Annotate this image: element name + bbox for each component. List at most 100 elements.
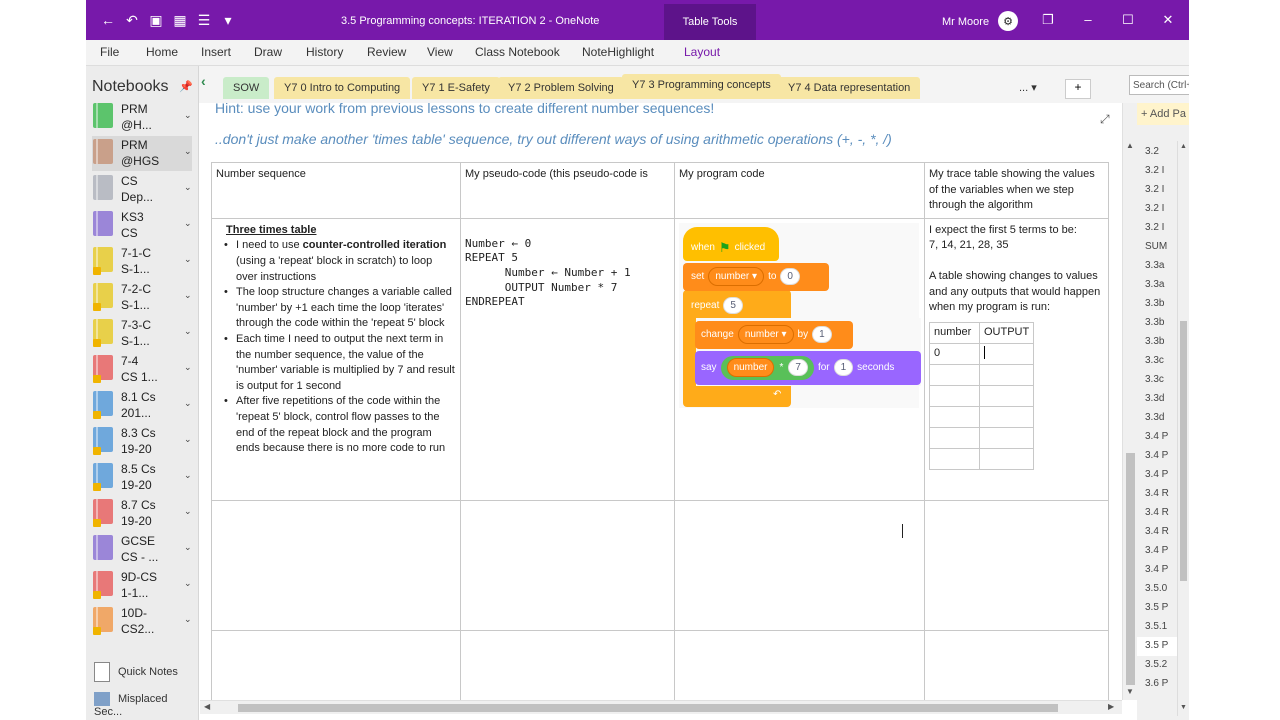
chevron-down-icon[interactable]: ⌄ [184, 542, 192, 553]
notebook-item[interactable]: 8.3 Cs 19-20 ⌄ [92, 424, 192, 459]
notebook-item[interactable]: 8.1 Cs 201... ⌄ [92, 388, 192, 423]
quick-notes-link[interactable]: Quick Notes [94, 662, 178, 682]
add-section-button[interactable]: + [1065, 79, 1091, 99]
table-header[interactable]: My pseudo-code (this pseudo-code is [460, 162, 675, 219]
page-list-item[interactable]: 3.3c [1137, 352, 1177, 371]
page-list-item[interactable]: 3.3d [1137, 409, 1177, 428]
page-list-item[interactable]: 3.4 P [1137, 428, 1177, 447]
chevron-down-icon[interactable]: ⌄ [184, 218, 192, 229]
table-cell[interactable] [211, 629, 461, 700]
chevron-down-icon[interactable]: ⌄ [184, 614, 192, 625]
notebook-item[interactable]: PRM @H... ⌄ [92, 100, 192, 135]
scroll-thumb[interactable] [238, 704, 1058, 712]
tab-history[interactable]: History [306, 45, 343, 59]
trace-cell[interactable] [929, 405, 980, 428]
scroll-right-icon[interactable]: ▶ [1108, 702, 1114, 711]
user-name[interactable]: Mr Moore [942, 16, 989, 28]
scroll-down-icon[interactable]: ▼ [1126, 687, 1134, 696]
page-list-item[interactable]: 3.2 [1137, 143, 1177, 162]
notebook-item[interactable]: KS3 CS ⌄ [92, 208, 192, 243]
tab-draw[interactable]: Draw [254, 45, 282, 59]
more-sections-button[interactable]: ... ▾ [1019, 81, 1037, 94]
pages-scrollbar[interactable]: ▲ ▼ [1177, 141, 1189, 716]
notebook-item[interactable]: CS Dep... ⌄ [92, 172, 192, 207]
scroll-down-icon[interactable]: ▼ [1180, 704, 1187, 711]
chevron-down-icon[interactable]: ⌄ [184, 470, 192, 481]
page-list-item[interactable]: 3.4 P [1137, 447, 1177, 466]
notebook-item[interactable]: 9D-CS 1-1... ⌄ [92, 568, 192, 603]
navigate-back-icon[interactable]: ‹ [201, 73, 206, 89]
variable-dropdown[interactable]: number ▾ [708, 267, 765, 287]
tab-class-notebook[interactable]: Class Notebook [475, 45, 560, 59]
number-reporter[interactable]: number [726, 358, 775, 378]
variable-dropdown[interactable]: number ▾ [737, 325, 794, 345]
avatar[interactable]: ⚙ [998, 11, 1018, 31]
page-list-item[interactable]: 3.5.1 [1137, 618, 1177, 637]
table-icon[interactable]: ▦ [172, 12, 188, 28]
trace-cell[interactable] [978, 426, 1035, 449]
table-cell[interactable] [460, 629, 675, 700]
tab-notehighlight[interactable]: NoteHighlight [582, 45, 654, 59]
tab-review[interactable]: Review [367, 45, 406, 59]
trace-cell[interactable] [978, 384, 1035, 407]
notebook-item[interactable]: 7-1-C S-1... ⌄ [92, 244, 192, 279]
notebook-item[interactable]: 7-4 CS 1... ⌄ [92, 352, 192, 387]
minimize-icon[interactable]: – [1078, 12, 1098, 27]
trace-cell-output[interactable] [978, 342, 1035, 365]
program-cell[interactable]: when ⚑ clicked set number ▾ to 0 repeat [674, 217, 925, 501]
page-list-item[interactable]: 3.3c [1137, 371, 1177, 390]
notebook-item[interactable]: PRM @HGS ⌄ [92, 136, 192, 171]
say-for-secs-block[interactable]: say number * 7 for 1 seconds [695, 350, 921, 385]
trace-cell-number[interactable]: 0 [929, 342, 980, 365]
page-list-item[interactable]: 3.3b [1137, 295, 1177, 314]
chevron-down-icon[interactable]: ⌄ [184, 362, 192, 373]
undo-icon[interactable]: ↶ [124, 12, 140, 28]
table-cell[interactable] [460, 499, 675, 631]
table-header[interactable]: My program code [674, 162, 925, 219]
pin-icon[interactable]: 📌 [179, 80, 193, 93]
chevron-down-icon[interactable]: ⌄ [184, 254, 192, 265]
change-variable-block[interactable]: change number ▾ by 1 [695, 320, 853, 349]
table-cell[interactable] [924, 499, 1109, 631]
repeat-block[interactable]: repeat 5 [683, 293, 783, 319]
page-list-item[interactable]: 3.5.2 [1137, 656, 1177, 675]
table-header[interactable]: Number sequence [211, 162, 461, 219]
misplaced-sections-link[interactable]: Misplaced Sec... [94, 692, 198, 718]
section-tab-problem-solving[interactable]: Y7 2 Problem Solving [498, 77, 624, 99]
pseudocode-cell[interactable]: Number ← 0 REPEAT 5 Number ← Number + 1 … [460, 217, 675, 501]
notebooks-heading[interactable]: Notebooks [92, 78, 169, 96]
page-list-item[interactable]: SUM [1137, 238, 1177, 257]
tab-view[interactable]: View [427, 45, 453, 59]
page-list-item[interactable]: 3.5.0 [1137, 580, 1177, 599]
page-list-item[interactable]: 3.5 P [1137, 637, 1177, 656]
trace-cell[interactable] [929, 363, 980, 386]
multiplier-input[interactable]: 7 [788, 359, 808, 377]
page-list-item[interactable]: 3.3d [1137, 390, 1177, 409]
section-tab-programming-concepts[interactable]: Y7 3 Programming concepts [622, 74, 781, 99]
trace-cell[interactable] [929, 447, 980, 470]
sequence-cell[interactable]: Three times table I need to use counter-… [211, 217, 461, 501]
notebook-item[interactable]: 10D- CS2... ⌄ [92, 604, 192, 639]
page-list-item[interactable]: 3.3b [1137, 314, 1177, 333]
page-list-item[interactable]: 3.2 I [1137, 162, 1177, 181]
trace-header-output[interactable]: OUTPUT [978, 321, 1035, 344]
vertical-scrollbar[interactable]: ▲ ▼ [1122, 103, 1137, 700]
notebook-item[interactable]: 7-3-C S-1... ⌄ [92, 316, 192, 351]
page-list-item[interactable]: 3.4 P [1137, 561, 1177, 580]
table-cell[interactable] [924, 629, 1109, 700]
trace-cell[interactable] [929, 426, 980, 449]
chevron-down-icon[interactable]: ⌄ [184, 578, 192, 589]
chevron-down-icon[interactable]: ⌄ [184, 506, 192, 517]
page-list-item[interactable]: 3.3a [1137, 276, 1177, 295]
dock-icon[interactable]: ▣ [148, 12, 164, 28]
scroll-thumb[interactable] [1126, 453, 1135, 685]
set-value-input[interactable]: 0 [780, 268, 800, 286]
section-tab-data-representation[interactable]: Y7 4 Data representation [778, 77, 921, 99]
full-screen-icon[interactable]: ❐ [1038, 12, 1058, 28]
section-tab-intro[interactable]: Y7 0 Intro to Computing [274, 77, 411, 99]
bullets-icon[interactable]: ☰ [196, 12, 212, 28]
notebook-item[interactable]: 8.5 Cs 19-20 ⌄ [92, 460, 192, 495]
section-tab-sow[interactable]: SOW [223, 77, 270, 99]
chevron-down-icon[interactable]: ⌄ [184, 290, 192, 301]
table-header[interactable]: My trace table showing the values of the… [924, 162, 1109, 219]
